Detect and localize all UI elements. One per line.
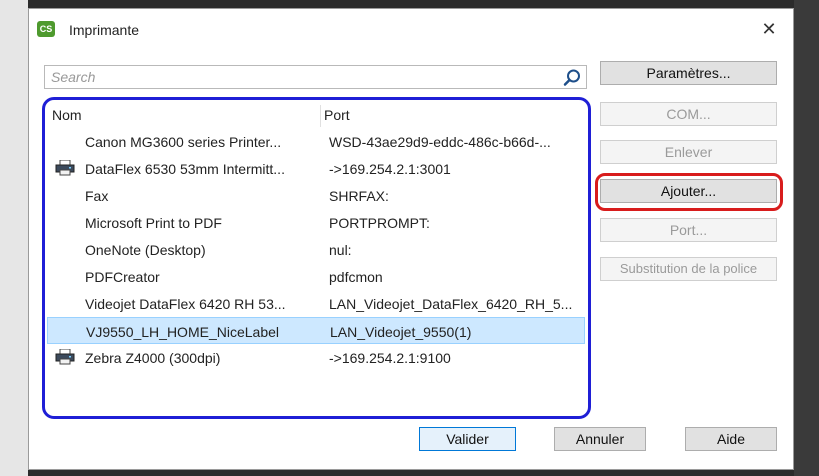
search-field — [44, 65, 587, 89]
printer-port: LAN_Videojet_9550(1) — [330, 324, 472, 340]
table-row[interactable]: Fax SHRFAX: — [47, 182, 585, 209]
printer-name: Videojet DataFlex 6420 RH 53... — [85, 296, 286, 312]
font-substitution-button[interactable]: Substitution de la police — [600, 257, 777, 281]
printer-name: OneNote (Desktop) — [85, 242, 206, 258]
dialog-title: Imprimante — [69, 22, 140, 38]
background-window-left — [0, 0, 28, 476]
printer-icon — [55, 160, 75, 176]
printer-port: PORTPROMPT: — [329, 215, 430, 231]
printer-dialog: CS Imprimante ✕ Nom Port Canon MG3600 se… — [28, 8, 794, 470]
table-row[interactable]: Zebra Z4000 (300dpi) ->169.254.2.1:9100 — [47, 344, 585, 371]
printer-port: pdfcmon — [329, 269, 383, 285]
close-button[interactable]: ✕ — [757, 17, 781, 41]
aide-button[interactable]: Aide — [685, 427, 777, 451]
printer-name: Zebra Z4000 (300dpi) — [85, 350, 221, 366]
printer-name: Canon MG3600 series Printer... — [85, 134, 282, 150]
printer-port: ->169.254.2.1:3001 — [329, 161, 451, 177]
port-button[interactable]: Port... — [600, 218, 777, 242]
table-row[interactable]: Videojet DataFlex 6420 RH 53... LAN_Vide… — [47, 290, 585, 317]
column-header-name[interactable]: Nom — [52, 107, 82, 123]
search-icon[interactable] — [562, 68, 582, 88]
printer-port: ->169.254.2.1:9100 — [329, 350, 451, 366]
close-icon: ✕ — [761, 19, 777, 39]
valider-button[interactable]: Valider — [419, 427, 516, 451]
table-row[interactable]: Canon MG3600 series Printer... WSD-43ae2… — [47, 128, 585, 155]
printer-name: Fax — [85, 188, 109, 204]
printer-rows: Canon MG3600 series Printer... WSD-43ae2… — [47, 128, 585, 371]
printer-port: nul: — [329, 242, 352, 258]
background-window-right — [794, 0, 819, 476]
printer-name: DataFlex 6530 53mm Intermitt... — [85, 161, 285, 177]
printer-name: PDFCreator — [85, 269, 160, 285]
printer-port: WSD-43ae29d9-eddc-486c-b66d-... — [329, 134, 551, 150]
title-bar: CS Imprimante ✕ — [29, 9, 793, 49]
annuler-button[interactable]: Annuler — [554, 427, 646, 451]
column-header-port[interactable]: Port — [324, 107, 350, 123]
table-row[interactable]: PDFCreator pdfcmon — [47, 263, 585, 290]
search-input[interactable] — [45, 66, 557, 88]
printer-name: Microsoft Print to PDF — [85, 215, 222, 231]
app-icon: CS — [37, 21, 55, 37]
ajouter-button[interactable]: Ajouter... — [600, 179, 777, 203]
parametres-button[interactable]: Paramètres... — [600, 61, 777, 85]
printer-port: LAN_Videojet_DataFlex_6420_RH_5... — [329, 296, 573, 312]
table-row-selected[interactable]: VJ9550_LH_HOME_NiceLabel LAN_Videojet_95… — [47, 317, 585, 344]
com-button[interactable]: COM... — [600, 102, 777, 126]
table-row[interactable]: DataFlex 6530 53mm Intermitt... ->169.25… — [47, 155, 585, 182]
printer-port: SHRFAX: — [329, 188, 389, 204]
column-separator[interactable] — [320, 105, 321, 127]
table-row[interactable]: Microsoft Print to PDF PORTPROMPT: — [47, 209, 585, 236]
printer-icon — [55, 349, 75, 365]
enlever-button[interactable]: Enlever — [600, 140, 777, 164]
printer-name: VJ9550_LH_HOME_NiceLabel — [86, 324, 279, 340]
table-row[interactable]: OneNote (Desktop) nul: — [47, 236, 585, 263]
